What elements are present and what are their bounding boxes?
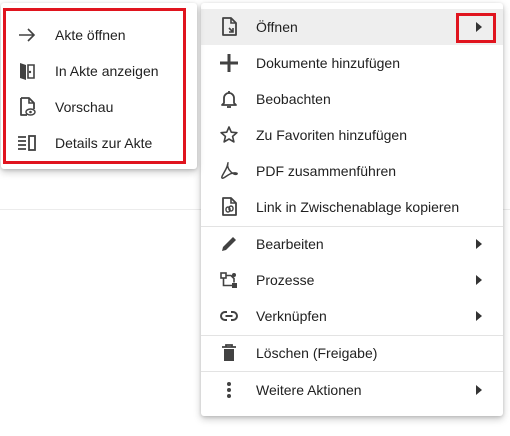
menu-item-label: Beobachten [256,91,331,107]
submenu-item-label: Vorschau [55,99,114,115]
menu-item-more-actions[interactable]: Weitere Aktionen [201,372,503,408]
process-icon [218,269,240,291]
menu-item-label: Bearbeiten [256,236,324,252]
menu-item-add-documents[interactable]: Dokumente hinzufügen [201,45,503,81]
menu-item-label: Verknüpfen [256,308,327,324]
submenu-item-preview[interactable]: Vorschau [1,89,197,125]
menu-item-label: Löschen (Freigabe) [256,345,378,361]
menu-item-processes[interactable]: Prozesse [201,262,503,298]
menu-item-merge-pdf[interactable]: PDF zusammenführen [201,153,503,189]
menu-item-link[interactable]: Verknüpfen [201,298,503,334]
file-open-icon [218,16,240,38]
menu-item-label: Zu Favoriten hinzufügen [256,127,407,143]
more-vertical-icon [218,379,240,401]
menu-item-label: PDF zusammenführen [256,163,397,179]
menu-item-label: Dokumente hinzufügen [256,55,400,71]
menu-item-add-favorites[interactable]: Zu Favoriten hinzufügen [201,117,503,153]
submenu-item-label: In Akte anzeigen [55,63,159,79]
menu-item-open[interactable]: Öffnen [201,9,503,45]
arrow-right-icon [16,24,38,46]
submenu-item-file-details[interactable]: Details zur Akte [1,125,197,161]
plus-icon [218,52,240,74]
menu-item-label: Link in Zwischenablage kopieren [256,199,460,215]
link-icon [218,305,240,327]
submenu-item-open-file[interactable]: Akte öffnen [1,17,197,53]
menu-item-edit[interactable]: Bearbeiten [201,226,503,262]
menu-item-copy-link[interactable]: Link in Zwischenablage kopieren [201,189,503,225]
link-file-icon [218,196,240,218]
submenu-item-label: Akte öffnen [55,27,126,43]
details-list-icon [16,132,38,154]
menu-item-watch[interactable]: Beobachten [201,81,503,117]
context-menu: Öffnen Dokumente hinzufügen Beobachten Z… [201,3,503,416]
star-icon [218,124,240,146]
submenu-arrow-icon [476,311,482,321]
menu-item-label: Prozesse [256,272,315,288]
book-open-icon [16,60,38,82]
file-preview-icon [16,96,38,118]
submenu-item-label: Details zur Akte [55,135,153,151]
menu-item-label: Öffnen [256,19,298,35]
submenu-arrow-icon [476,275,482,285]
submenu-arrow-icon [476,385,482,395]
bell-icon [218,88,240,110]
menu-item-label: Weitere Aktionen [256,382,362,398]
menu-item-delete[interactable]: Löschen (Freigabe) [201,335,503,371]
submenu-item-show-in-file[interactable]: In Akte anzeigen [1,53,197,89]
pencil-icon [218,233,240,255]
trash-icon [218,342,240,364]
open-submenu: Akte öffnen In Akte anzeigen Vorschau De… [1,3,197,169]
submenu-arrow-icon [476,22,482,32]
pdf-icon [218,160,240,182]
submenu-arrow-icon [476,239,482,249]
